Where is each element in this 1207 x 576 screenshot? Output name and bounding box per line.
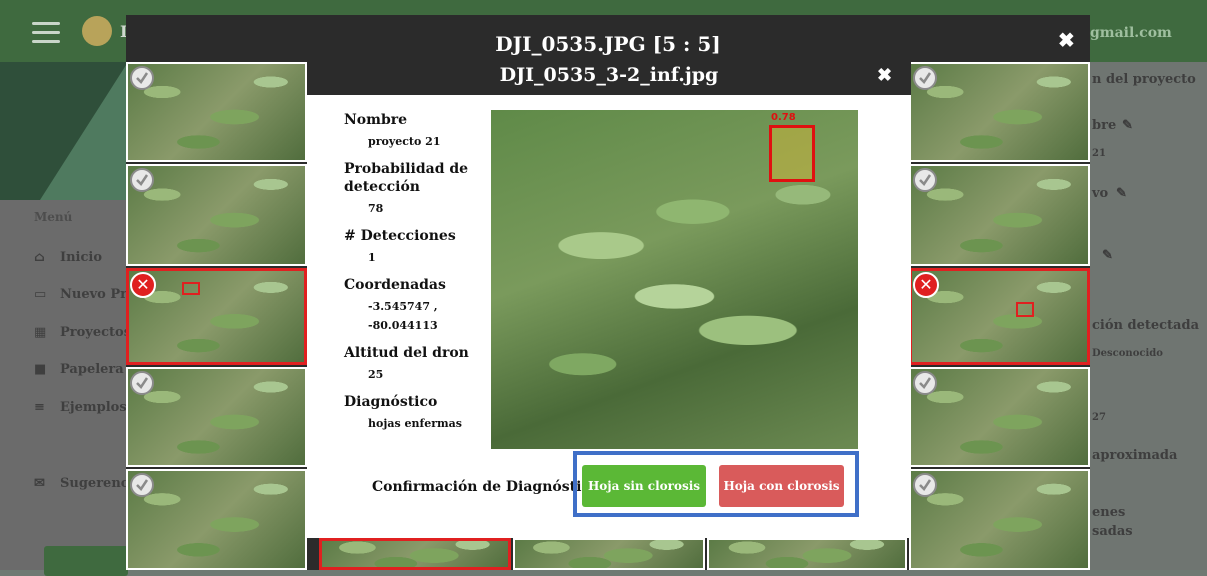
- detection-box: [182, 282, 200, 295]
- project-type-label: vo: [1092, 186, 1109, 201]
- nombre-value: proyecto 21: [368, 135, 441, 148]
- image-info-panel: Nombre proyecto 21 Probabilidad de detec…: [344, 111, 484, 442]
- sidebar-item-papelera[interactable]: ■ Papelera: [34, 362, 124, 377]
- edit-name-icon[interactable]: ✎: [1122, 118, 1133, 133]
- images-label: enes: [1092, 505, 1126, 520]
- projects-icon: ▦: [34, 324, 47, 340]
- image-tile[interactable]: [126, 367, 307, 467]
- user-email[interactable]: @gmail.com: [1076, 25, 1172, 41]
- image-detail-modal: DJI_0535_3-2_inf.jpg ✖ Nombre proyecto 2…: [307, 57, 911, 538]
- drone-photo: 0.78: [491, 110, 858, 449]
- sidebar-item-label: Inicio: [60, 250, 102, 265]
- detail-modal-header: DJI_0535_3-2_inf.jpg ✖: [307, 57, 911, 95]
- detail-close-icon[interactable]: ✖: [877, 65, 892, 86]
- diagnosis-confirmation-label: Confirmación de Diagnóstico:: [372, 479, 605, 495]
- hamburger-menu-icon[interactable]: [32, 22, 60, 43]
- mail-icon: ✉: [34, 475, 45, 491]
- detection-value: Desconocido: [1092, 348, 1163, 359]
- reject-icon[interactable]: ✕: [913, 272, 939, 298]
- image-tile[interactable]: [707, 538, 907, 570]
- detection-bounding-box: [769, 125, 815, 182]
- trash-icon: ■: [34, 361, 47, 377]
- project-info-title: n del proyecto: [1092, 72, 1196, 87]
- detections-value: 1: [368, 251, 376, 264]
- check-icon[interactable]: [913, 168, 937, 192]
- check-icon[interactable]: [913, 371, 937, 395]
- image-tile[interactable]: [909, 164, 1090, 266]
- sidebar-item-inicio[interactable]: ⌂ Inicio: [34, 250, 102, 265]
- altitude-value: 25: [368, 368, 384, 381]
- project-name-value: 21: [1092, 148, 1106, 159]
- diagnosis-value: hojas enfermas: [368, 417, 462, 430]
- menu-title: Menú: [34, 210, 73, 224]
- image-tile[interactable]: [126, 164, 307, 266]
- project-info-panel: [1090, 62, 1207, 570]
- check-icon[interactable]: [913, 66, 937, 90]
- nombre-label: Nombre: [344, 112, 408, 128]
- check-icon[interactable]: [130, 473, 154, 497]
- app-logo: [82, 16, 112, 46]
- sidebar-item-label: Ejemplos: [60, 400, 127, 415]
- detail-modal-title: DJI_0535_3-2_inf.jpg: [499, 64, 719, 86]
- detection-box: [1016, 302, 1034, 317]
- project-name-label: bre: [1092, 118, 1117, 133]
- reject-icon[interactable]: ✕: [130, 272, 156, 298]
- images-label-2: sadas: [1092, 524, 1133, 539]
- count-value: 27: [1092, 412, 1106, 423]
- image-tile-selected[interactable]: ✕: [909, 268, 1090, 365]
- coordinates-label: Coordenadas: [344, 277, 446, 293]
- sidebar-item-label: Papelera: [60, 362, 124, 377]
- probability-label: Probabilidad de detección: [344, 161, 469, 195]
- sidebar-item-nuevo-proyecto[interactable]: ▭ Nuevo Pro: [34, 287, 136, 302]
- image-tile[interactable]: [909, 469, 1090, 570]
- detections-label: # Detecciones: [344, 228, 456, 244]
- leaf-without-chlorosis-button[interactable]: Hoja sin clorosis: [582, 465, 706, 507]
- edit-type-icon[interactable]: ✎: [1116, 186, 1127, 201]
- probability-value: 78: [368, 202, 384, 215]
- gallery-close-icon[interactable]: ✖: [1058, 28, 1075, 52]
- image-tile[interactable]: [126, 469, 307, 570]
- approx-label: aproximada: [1092, 448, 1178, 463]
- edit-icon[interactable]: ✎: [1102, 248, 1113, 263]
- altitude-label: Altitud del dron: [344, 345, 469, 361]
- check-icon[interactable]: [130, 168, 154, 192]
- gallery-modal-title: DJI_0535.JPG [5 : 5]: [495, 32, 721, 56]
- image-tile[interactable]: [126, 62, 307, 162]
- check-icon[interactable]: [130, 66, 154, 90]
- sidebar-item-label: Proyectos: [60, 325, 132, 340]
- sidebar-item-ejemplos[interactable]: ≡ Ejemplos: [34, 400, 127, 415]
- new-project-icon: ▭: [34, 286, 47, 302]
- list-icon: ≡: [34, 399, 45, 415]
- diagnosis-label: Diagnóstico: [344, 394, 438, 410]
- check-icon[interactable]: [913, 473, 937, 497]
- check-icon[interactable]: [130, 371, 154, 395]
- image-tile[interactable]: [909, 367, 1090, 467]
- detection-label: ción detectada: [1092, 318, 1199, 333]
- detection-confidence-label: 0.78: [771, 112, 796, 123]
- latitude-value: -3.545747 ,: [368, 300, 438, 313]
- banner-decoration: [40, 62, 128, 200]
- home-icon: ⌂: [34, 249, 45, 265]
- image-tile-selected[interactable]: [319, 538, 511, 570]
- sidebar-item-proyectos[interactable]: ▦ Proyectos: [34, 325, 131, 340]
- sidebar-action-button[interactable]: [44, 546, 128, 576]
- image-tile[interactable]: [513, 538, 705, 570]
- sidebar-item-label: Nuevo Pro: [60, 287, 136, 302]
- image-tile-selected[interactable]: ✕: [126, 268, 307, 365]
- leaf-with-chlorosis-button[interactable]: Hoja con clorosis: [719, 465, 844, 507]
- longitude-value: -80.044113: [368, 319, 438, 332]
- image-tile[interactable]: [909, 62, 1090, 162]
